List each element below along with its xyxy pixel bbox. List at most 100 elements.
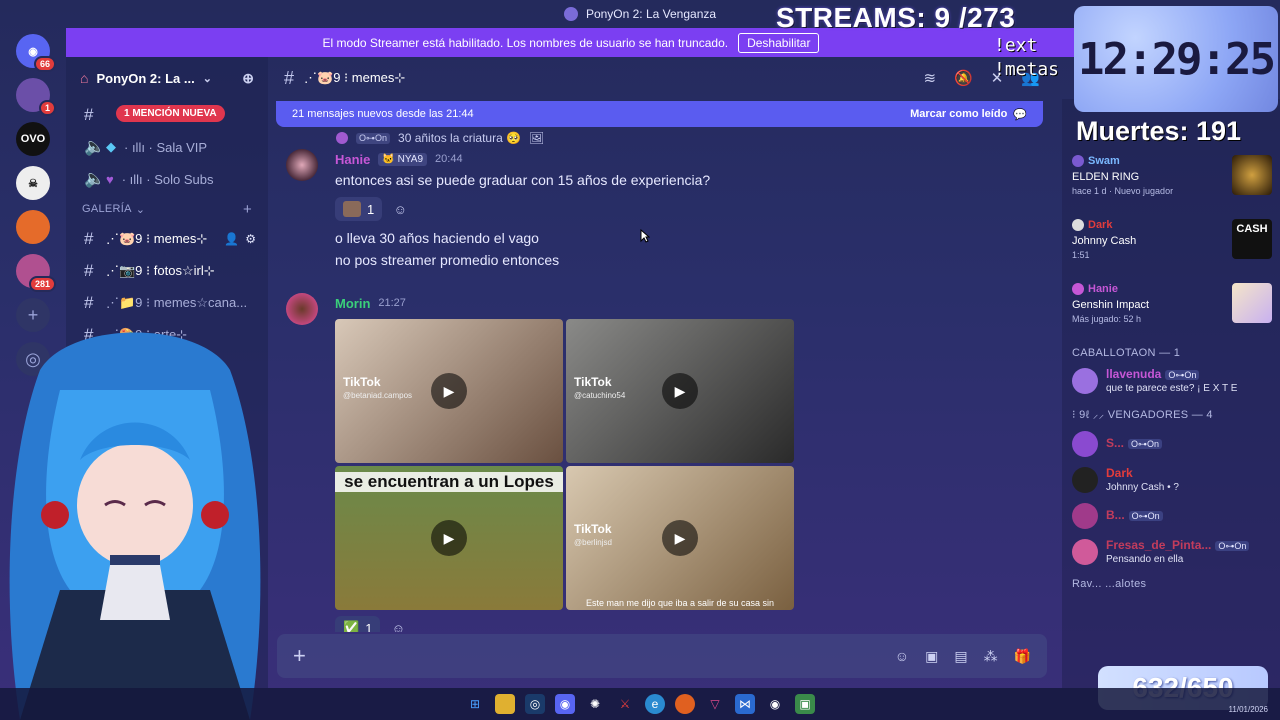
avatar[interactable] bbox=[286, 149, 318, 181]
diamond-icon: ◆ bbox=[106, 139, 116, 154]
sticker-icon[interactable]: ▤ bbox=[954, 648, 967, 665]
overlay-cmd-ext: !ext bbox=[994, 35, 1038, 56]
windows-start-icon[interactable]: ⊞ bbox=[465, 694, 485, 714]
direct-messages-button[interactable]: ◉ 66 bbox=[16, 34, 56, 72]
video-embed[interactable]: TikTok @berlinjsd ▶ Este man me dijo que… bbox=[566, 466, 794, 610]
channel-item-unread[interactable]: # 1 MENCIÓN NUEVA bbox=[66, 99, 268, 131]
member-row[interactable]: S... O⊶On bbox=[1062, 426, 1280, 462]
app-icon[interactable]: ▣ bbox=[795, 694, 815, 714]
activity-item[interactable]: Hanie Genshin Impact Más jugado: 52 h bbox=[1062, 275, 1280, 339]
hash-icon: # bbox=[84, 325, 94, 344]
play-icon[interactable]: ▶ bbox=[662, 373, 698, 409]
member-row[interactable]: Dark Johnny Cash • ? bbox=[1062, 462, 1280, 498]
gear-icon[interactable]: ⚙ bbox=[245, 232, 256, 246]
steam-icon[interactable]: ◎ bbox=[525, 694, 545, 714]
message-composer[interactable]: + ☺ ▣ ▤ ⁂ 🎁 bbox=[277, 634, 1047, 678]
member-status: Pensando en ella bbox=[1106, 553, 1184, 565]
invite-icon[interactable]: ⊕ bbox=[242, 70, 254, 87]
server-folder[interactable]: 281 bbox=[16, 254, 56, 292]
avatar bbox=[1072, 503, 1098, 529]
reply-text: 30 añitos la criatura 🥺 bbox=[398, 131, 522, 145]
message-author[interactable]: Hanie bbox=[335, 152, 370, 167]
mark-read-label: Marcar como leído bbox=[910, 108, 1008, 120]
mute-icon[interactable]: 🔕 bbox=[954, 69, 973, 87]
message-text: no pos streamer promedio entonces bbox=[335, 252, 560, 268]
explore-icon[interactable]: ◎ bbox=[16, 342, 50, 376]
voice-channel-vip[interactable]: 🔈 ◆ · ıllı · Sala VIP bbox=[66, 131, 268, 163]
gift-icon[interactable]: 🎁 bbox=[1014, 648, 1031, 665]
create-channel-icon[interactable]: + bbox=[243, 201, 252, 218]
channel-item-rojo[interactable]: # ☆rojo⊹ bbox=[66, 383, 268, 415]
new-messages-bar[interactable]: 21 mensajes nuevos desde las 21:44 Marca… bbox=[276, 101, 1043, 127]
add-reaction-icon[interactable]: ☺ bbox=[388, 197, 412, 221]
apps-icon[interactable]: ⁂ bbox=[984, 648, 998, 665]
video-embed[interactable]: TikTok @betaniad.campos ▶ bbox=[335, 319, 563, 463]
threads-icon[interactable]: ≋ bbox=[923, 69, 936, 87]
server-orange[interactable] bbox=[16, 210, 50, 244]
server-icon bbox=[563, 7, 578, 21]
channel-item-memes[interactable]: # ⋰🐷9 ⁝ memes⊹ 👤 ⚙ bbox=[66, 223, 268, 255]
vs-code-icon[interactable]: ⋈ bbox=[735, 694, 755, 714]
reaction[interactable]: ✅ 1 bbox=[335, 616, 381, 632]
hash-icon: # bbox=[84, 261, 94, 280]
app-icon[interactable]: ⚔ bbox=[615, 694, 635, 714]
channel-label: ☆rojo⊹ bbox=[172, 391, 217, 406]
mark-read-button[interactable]: Marcar como leído 💬 bbox=[910, 108, 1027, 121]
skull-icon: ☠ bbox=[28, 177, 38, 190]
add-server-icon[interactable]: + bbox=[16, 298, 50, 332]
activity-item[interactable]: Dark Johnny Cash 1:51 CASH bbox=[1062, 211, 1280, 275]
gif-icon[interactable]: ▣ bbox=[925, 648, 938, 665]
channel-label: ⋰❤️9 ⁝ fanarts⊹ bbox=[106, 359, 205, 374]
play-icon[interactable]: ▶ bbox=[431, 520, 467, 556]
member-row[interactable]: Fresas_de_Pinta... O⊶On Pensando en ella bbox=[1062, 534, 1280, 570]
member-name: Fresas_de_Pinta... bbox=[1106, 537, 1212, 552]
channel-label: ⋰📷9 ⁝ fotos☆irl⊹ bbox=[106, 263, 215, 278]
disable-streamer-button[interactable]: Deshabilitar bbox=[738, 32, 820, 53]
discord-icon: ◉ bbox=[28, 45, 38, 58]
chatgpt-icon[interactable]: ✺ bbox=[585, 694, 605, 714]
message-time: 21:27 bbox=[378, 297, 406, 309]
member-name: Dark bbox=[1106, 465, 1133, 480]
video-embed[interactable]: se encuentran a un Lopes ▶ bbox=[335, 466, 563, 610]
voice-channel-subs[interactable]: 🔈 ♥ · ıllı · Solo Subs bbox=[66, 163, 268, 195]
channel-item-memes-canal[interactable]: # ⋰📁9 ⁝ memes☆cana... bbox=[66, 287, 268, 319]
server-ovo[interactable]: OVO bbox=[16, 122, 50, 156]
gear-icon[interactable]: ⚙ bbox=[242, 652, 256, 672]
play-icon[interactable]: ▶ bbox=[662, 520, 698, 556]
attach-icon[interactable]: + bbox=[293, 643, 306, 669]
server-header[interactable]: ⌂ PonyOn 2: La ... ⌄ ⊕ bbox=[66, 57, 268, 99]
avatar bbox=[1072, 431, 1098, 457]
message-author[interactable]: Morin bbox=[335, 296, 370, 311]
firefox-icon[interactable] bbox=[675, 694, 695, 714]
server-rail: ◉ 66 1 OVO ☠ 281 + ◎ bbox=[0, 28, 66, 688]
discord-icon[interactable]: ◉ bbox=[555, 694, 575, 714]
app-icon[interactable]: ▽ bbox=[705, 694, 725, 714]
play-icon[interactable]: ▶ bbox=[431, 373, 467, 409]
video-embed[interactable]: TikTok @catuchino54 ▶ bbox=[566, 319, 794, 463]
obs-icon[interactable]: ◉ bbox=[765, 694, 785, 714]
invite-icon[interactable]: 👤 bbox=[224, 232, 239, 246]
channel-item-fotos[interactable]: # ⋰📷9 ⁝ fotos☆irl⊹ bbox=[66, 255, 268, 287]
tiktok-handle: @catuchino54 bbox=[574, 391, 626, 400]
activity-item[interactable]: Swam ELDEN RING hace 1 d · Nuevo jugador bbox=[1062, 147, 1280, 211]
server-skull[interactable]: ☠ bbox=[16, 166, 50, 200]
emoji-icon[interactable]: ☺ bbox=[895, 648, 909, 665]
reaction[interactable]: 1 bbox=[335, 197, 383, 221]
member-row[interactable]: llavenuda O⊶On que te parece este? ¡ E X … bbox=[1062, 363, 1280, 399]
new-mention-badge[interactable]: 1 MENCIÓN NUEVA bbox=[116, 105, 225, 122]
edge-icon[interactable]: e bbox=[645, 694, 665, 714]
taskbar-date: 11/01/2026 bbox=[1228, 705, 1268, 714]
overlay-deaths-counter: Muertes: 191 bbox=[1076, 116, 1242, 146]
channel-item-arte[interactable]: # ⋰🎨9 ⁝ arte⊹ bbox=[66, 319, 268, 351]
avatar[interactable] bbox=[286, 293, 318, 325]
hash-icon: # bbox=[284, 67, 295, 88]
member-row[interactable]: B... O⊶On bbox=[1062, 498, 1280, 534]
reaction-emoji-image bbox=[343, 201, 361, 217]
server-ponyon[interactable]: 1 bbox=[16, 78, 56, 116]
channel-item-fanarts[interactable]: # ⋰❤️9 ⁝ fanarts⊹ bbox=[66, 351, 268, 383]
avatar bbox=[1072, 283, 1084, 295]
add-reaction-icon[interactable]: ☺ bbox=[386, 616, 410, 633]
category-galeria[interactable]: GALERÍA ⌄ + bbox=[66, 195, 268, 223]
reply-preview[interactable]: O⊶On 30 añitos la criatura 🥺 🖼 bbox=[336, 131, 544, 145]
file-explorer-icon[interactable] bbox=[495, 694, 515, 714]
